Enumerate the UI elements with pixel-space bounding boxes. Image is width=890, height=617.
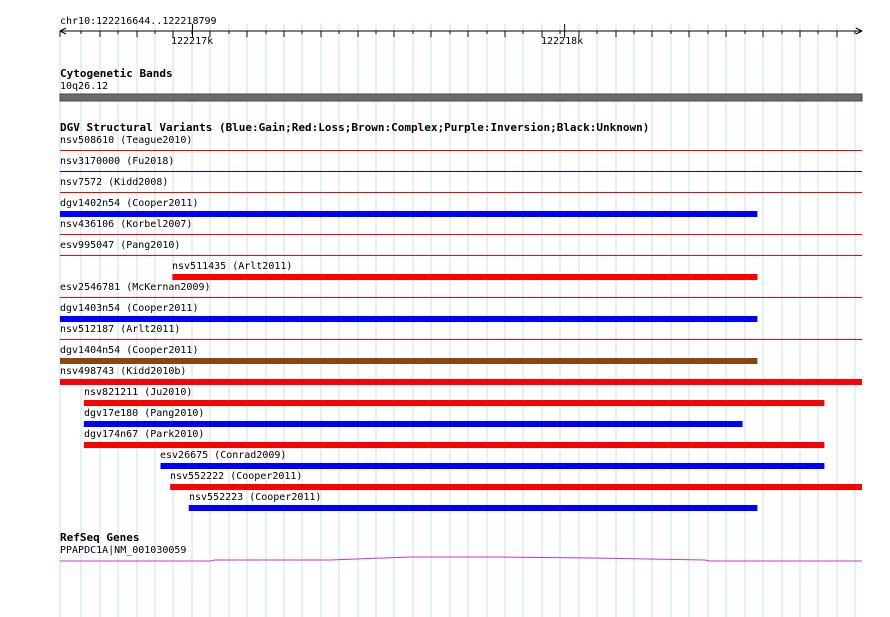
cytoband-track-title: Cytogenetic Bands — [60, 67, 173, 80]
variant-label[interactable]: esv26675 (Conrad2009) — [160, 450, 286, 461]
variant-feature[interactable] — [188, 505, 758, 511]
variant-feature[interactable] — [60, 316, 758, 322]
refseq-gene-feature[interactable] — [60, 556, 862, 562]
variant-label[interactable]: nsv552222 (Cooper2011) — [170, 471, 302, 482]
variant-feature[interactable] — [172, 274, 758, 280]
variant-feature[interactable] — [60, 379, 862, 385]
variant-label[interactable]: nsv821211 (Ju2010) — [84, 387, 192, 398]
variant-label[interactable]: dgv1404n54 (Cooper2011) — [60, 345, 198, 356]
variant-feature[interactable] — [60, 192, 862, 193]
variant-label[interactable]: nsv7572 (Kidd2008) — [60, 177, 168, 188]
variant-label[interactable]: esv995047 (Pang2010) — [60, 240, 180, 251]
dgv-track-title: DGV Structural Variants (Blue:Gain;Red:L… — [60, 121, 650, 134]
cytoband-bar[interactable] — [59, 93, 863, 102]
ruler-tick-label: 122217k — [171, 36, 214, 47]
variant-label[interactable]: nsv511435 (Arlt2011) — [172, 261, 292, 272]
variant-feature[interactable] — [83, 442, 825, 448]
variant-feature[interactable] — [170, 484, 863, 490]
variant-feature[interactable] — [60, 339, 862, 340]
variant-feature[interactable] — [60, 358, 758, 364]
variant-feature[interactable] — [60, 211, 758, 217]
variant-label[interactable]: nsv552223 (Cooper2011) — [189, 492, 321, 503]
refseq-track-title: RefSeq Genes — [60, 531, 140, 544]
variant-feature[interactable] — [60, 297, 862, 298]
cytoband-label: 10q26.12 — [60, 81, 109, 92]
variant-feature[interactable] — [60, 234, 862, 235]
ruler-tick-label: 122218k — [541, 36, 584, 47]
variant-label[interactable]: dgv1403n54 (Cooper2011) — [60, 303, 198, 314]
variant-label[interactable]: dgv174n67 (Park2010) — [84, 429, 204, 440]
variant-feature[interactable] — [60, 150, 862, 151]
ruler-location: chr10:122216644..122218799 — [60, 16, 217, 27]
variant-feature[interactable] — [60, 255, 862, 256]
variant-feature[interactable] — [83, 421, 743, 427]
variant-label[interactable]: nsv512187 (Arlt2011) — [60, 324, 180, 335]
variant-label[interactable]: nsv3170000 (Fu2018) — [60, 156, 174, 167]
variant-label[interactable]: nsv436106 (Korbel2007) — [60, 219, 192, 230]
variant-label[interactable]: nsv498743 (Kidd2010b) — [60, 366, 186, 377]
variant-label[interactable]: dgv1402n54 (Cooper2011) — [60, 198, 198, 209]
variant-label[interactable]: nsv508610 (Teague2010) — [60, 135, 192, 146]
variant-feature[interactable] — [83, 400, 825, 406]
refseq-gene-label[interactable]: PPAPDC1A|NM_001030059 — [60, 545, 186, 556]
variant-feature[interactable] — [160, 463, 825, 469]
variant-label[interactable]: dgv17e180 (Pang2010) — [84, 408, 204, 419]
variant-label[interactable]: esv2546781 (McKernan2009) — [60, 282, 211, 293]
variant-feature[interactable] — [60, 171, 862, 172]
